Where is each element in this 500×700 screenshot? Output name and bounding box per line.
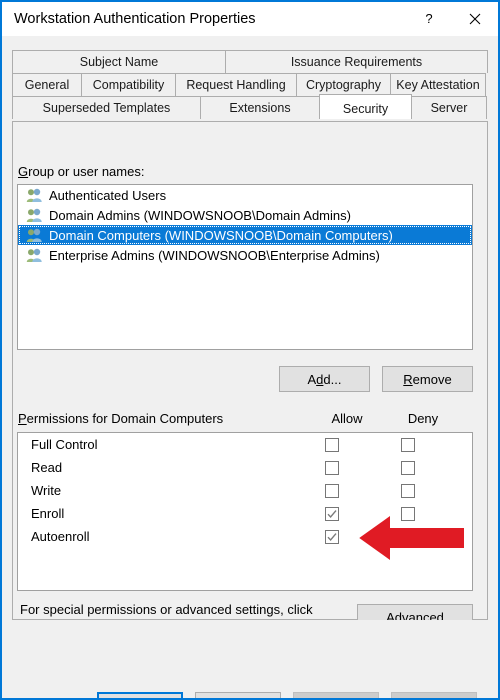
tab-label: Security [342, 102, 389, 116]
tab-label: Cryptography [305, 78, 382, 92]
group-name: Authenticated Users [49, 187, 167, 203]
add-button[interactable]: Add... [279, 366, 370, 392]
tab-subject-name[interactable]: Subject Name [12, 50, 226, 73]
autoenroll-deny-checkbox[interactable] [401, 529, 415, 544]
tab-compatibility[interactable]: Compatibility [81, 73, 176, 96]
tab-label: Extensions [229, 101, 291, 115]
permission-name: Autoenroll [31, 529, 90, 544]
ok-button[interactable]: OK [97, 692, 183, 698]
group-name: Enterprise Admins (WINDOWSNOOB\Enterpris… [49, 247, 380, 263]
remove-button[interactable]: Remove [382, 366, 473, 392]
tab-label: Issuance Requirements [290, 55, 423, 69]
tab-label: Server [430, 101, 468, 115]
tab-cryptography[interactable]: Cryptography [296, 73, 391, 96]
permission-row-autoenroll[interactable]: Autoenroll [18, 525, 472, 548]
tab-superseded-templates[interactable]: Superseded Templates [12, 96, 201, 119]
tab-strip: Subject Name Issuance Requirements Gener… [12, 50, 488, 121]
group-icon [26, 208, 43, 223]
accel-char: d [316, 371, 324, 387]
label-rest: roup or user names: [28, 164, 145, 179]
permission-name: Enroll [31, 506, 65, 521]
tab-general[interactable]: General [12, 73, 82, 96]
checkmark-icon [327, 532, 337, 541]
properties-dialog-window: Workstation Authentication Properties ? … [0, 0, 500, 700]
svg-text:?: ? [425, 11, 432, 26]
list-item[interactable]: Enterprise Admins (WINDOWSNOOB\Enterpris… [18, 245, 472, 265]
tab-row-1: Subject Name Issuance Requirements [12, 50, 488, 73]
accel-char: P [18, 411, 27, 426]
list-item-selected[interactable]: Domain Computers (WINDOWSNOOB\Domain Com… [18, 225, 472, 245]
list-item[interactable]: Authenticated Users [18, 185, 472, 205]
tab-server[interactable]: Server [411, 96, 487, 119]
help-button: Help [391, 692, 477, 698]
permission-name: Write [31, 483, 62, 498]
tab-issuance-requirements[interactable]: Issuance Requirements [225, 50, 488, 73]
group-icon [26, 248, 43, 263]
group-name: Domain Computers (WINDOWSNOOB\Domain Com… [49, 227, 393, 243]
button-label: Remove [403, 371, 452, 387]
dialog-body: Subject Name Issuance Requirements Gener… [2, 36, 498, 698]
permission-name: Full Control [31, 437, 98, 452]
permissions-list[interactable]: Full Control Read Write Enroll Autoenrol… [17, 432, 473, 591]
apply-button: Apply [293, 692, 379, 698]
group-name: Domain Admins (WINDOWSNOOB\Domain Admins… [49, 207, 351, 223]
deny-column-header: Deny [407, 411, 439, 426]
enroll-deny-checkbox[interactable] [401, 506, 415, 521]
full-control-deny-checkbox[interactable] [401, 437, 415, 452]
label-rest: ermissions for Domain Computers [26, 411, 224, 426]
read-allow-checkbox[interactable] [325, 460, 339, 475]
tab-row-3: Superseded Templates Extensions Security… [12, 94, 488, 119]
dialog-footer: OK Cancel Apply Help [2, 620, 498, 698]
tab-security[interactable]: Security [319, 94, 412, 119]
tab-extensions[interactable]: Extensions [200, 96, 320, 119]
question-mark-icon: ? [425, 11, 432, 26]
permission-row-read[interactable]: Read [18, 456, 472, 479]
list-item[interactable]: Domain Admins (WINDOWSNOOB\Domain Admins… [18, 205, 472, 225]
button-label: Add... [307, 371, 342, 387]
checkmark-icon [327, 509, 337, 518]
tab-label: Superseded Templates [42, 101, 171, 115]
permission-name: Read [31, 460, 63, 475]
group-icon [26, 228, 43, 243]
group-icon [26, 188, 43, 203]
help-title-button[interactable]: ? [406, 3, 452, 36]
group-or-user-names-label: Group or user names: [18, 164, 144, 179]
close-icon [469, 13, 481, 25]
full-control-allow-checkbox[interactable] [325, 437, 339, 452]
tab-row-2: General Compatibility Request Handling C… [12, 73, 488, 96]
tab-label: General [24, 78, 70, 92]
permission-row-write[interactable]: Write [18, 479, 472, 502]
autoenroll-allow-checkbox[interactable] [325, 529, 339, 544]
cancel-button[interactable]: Cancel [195, 692, 281, 698]
permission-row-full-control[interactable]: Full Control [18, 433, 472, 456]
allow-column-header: Allow [331, 411, 363, 426]
group-or-user-names-list[interactable]: Authenticated Users Domain Admins (WINDO… [17, 184, 473, 350]
write-deny-checkbox[interactable] [401, 483, 415, 498]
tab-request-handling[interactable]: Request Handling [175, 73, 297, 96]
close-title-button[interactable] [452, 3, 498, 36]
title-bar: Workstation Authentication Properties ? [2, 2, 498, 36]
window-title: Workstation Authentication Properties [14, 11, 256, 27]
permissions-for-label: Permissions for Domain Computers [18, 411, 223, 426]
tab-label: Compatibility [92, 78, 165, 92]
tab-label: Key Attestation [396, 78, 480, 92]
permission-row-enroll[interactable]: Enroll [18, 502, 472, 525]
enroll-allow-checkbox[interactable] [325, 506, 339, 521]
accel-char: G [18, 164, 29, 179]
tab-label: Request Handling [186, 78, 286, 92]
accel-char: R [403, 371, 413, 387]
read-deny-checkbox[interactable] [401, 460, 415, 475]
tab-label: Subject Name [79, 55, 159, 69]
tab-key-attestation[interactable]: Key Attestation [390, 73, 486, 96]
write-allow-checkbox[interactable] [325, 483, 339, 498]
